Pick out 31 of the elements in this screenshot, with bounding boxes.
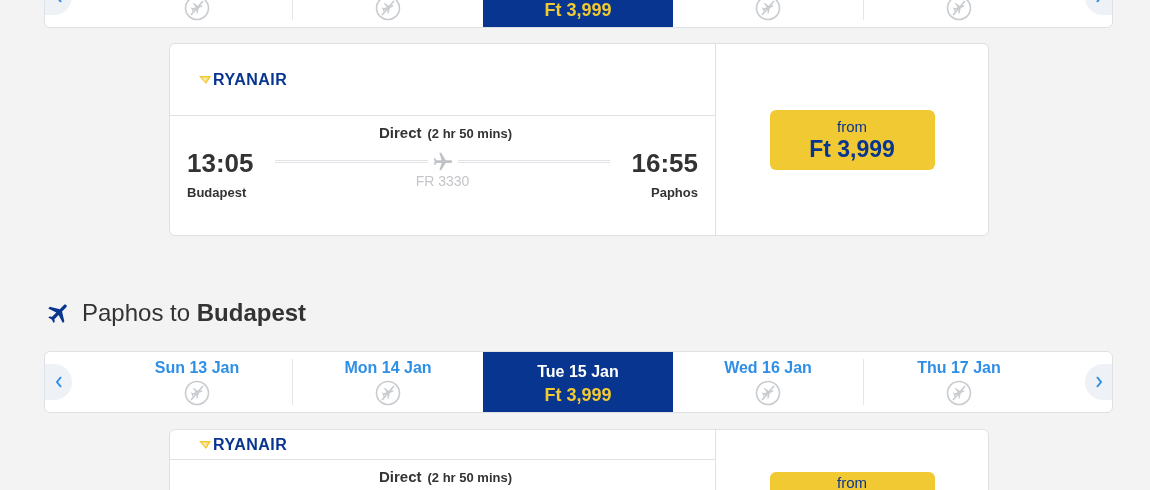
no-flight-icon bbox=[375, 380, 401, 406]
departure-time: 13:05 bbox=[187, 146, 255, 179]
arrival-city: Paphos bbox=[651, 183, 698, 202]
plane-icon bbox=[431, 150, 454, 173]
date-tab[interactable]: Tue 15 Jan Ft 3,999 bbox=[483, 352, 673, 412]
stops-label: Direct bbox=[378, 123, 422, 143]
departure-city: Budapest bbox=[187, 183, 248, 202]
duration-label: (2 hr 50 mins) bbox=[427, 469, 513, 487]
airline-logo: RYANAIR bbox=[213, 434, 288, 455]
chevron-right-icon bbox=[1094, 376, 1103, 388]
no-flight-icon bbox=[755, 380, 781, 406]
flight-number: FR 3330 bbox=[415, 172, 470, 189]
arrival-time: 16:55 bbox=[631, 146, 698, 179]
no-flight-icon bbox=[946, 380, 972, 406]
next-button[interactable] bbox=[1085, 364, 1112, 400]
stops-label: Direct bbox=[378, 467, 422, 487]
no-flight-icon bbox=[375, 0, 401, 21]
previous-button[interactable] bbox=[45, 364, 72, 400]
date-tab[interactable]: Ft 3,999 bbox=[483, 0, 673, 27]
no-flight-icon bbox=[184, 380, 210, 406]
harp-icon bbox=[199, 439, 211, 450]
harp-icon bbox=[199, 74, 211, 85]
airline-logo: RYANAIR bbox=[213, 69, 288, 90]
price-button[interactable]: from bbox=[769, 472, 935, 490]
section-heading: Paphos to Budapest bbox=[82, 298, 307, 328]
chevron-left-icon bbox=[54, 376, 63, 388]
no-flight-icon bbox=[946, 0, 972, 21]
no-flight-icon bbox=[755, 0, 781, 21]
no-flight-icon bbox=[184, 0, 210, 21]
price-button[interactable]: from Ft 3,999 bbox=[769, 109, 935, 170]
duration-label: (2 hr 50 mins) bbox=[427, 125, 513, 143]
